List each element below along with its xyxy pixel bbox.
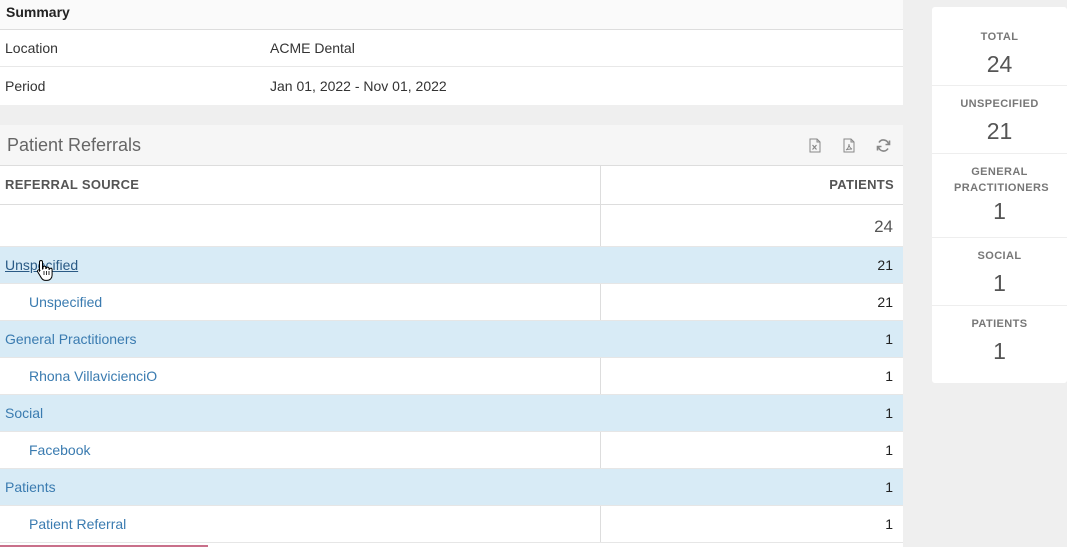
patients-count: 1 — [600, 468, 903, 506]
patient-referrals-panel: Patient Referrals REFERRAL SOURCE PATIEN… — [0, 125, 903, 547]
stats-sidebar: TOTAL 24 UNSPECIFIED 21 GENERAL PRACTITI… — [932, 7, 1067, 383]
referrals-table: REFERRAL SOURCE PATIENTS 24 Unspecified … — [0, 166, 903, 543]
stat-value: 24 — [986, 51, 1013, 77]
table-row-group[interactable]: General Practitioners 1 — [0, 320, 903, 358]
patients-count: 1 — [600, 357, 903, 395]
panel-header: Patient Referrals — [0, 125, 903, 166]
stat-patients: PATIENTS 1 — [932, 306, 1067, 383]
table-row-child[interactable]: Facebook 1 — [0, 431, 903, 469]
summary-value: ACME Dental — [270, 40, 355, 56]
stat-value: 21 — [986, 118, 1013, 144]
stat-general-practitioners: GENERAL PRACTITIONERS 1 — [932, 154, 1067, 238]
summary-label: Location — [5, 40, 58, 56]
panel-title: Patient Referrals — [7, 135, 142, 155]
summary-label: Period — [5, 77, 46, 94]
pdf-export-icon[interactable] — [839, 135, 859, 155]
refresh-icon[interactable] — [873, 135, 893, 155]
table-row-child[interactable]: Patient Referral 1 — [0, 505, 903, 543]
summary-panel: Summary Location ACME Dental Period Jan … — [0, 0, 903, 105]
summary-row-location: Location ACME Dental — [0, 30, 903, 67]
total-row: 24 — [0, 204, 903, 247]
referral-source-link[interactable]: Rhona VillavicienciO — [29, 368, 157, 384]
summary-title: Summary — [0, 0, 903, 30]
stat-value: 1 — [993, 198, 1006, 224]
stat-label: GENERAL PRACTITIONERS — [954, 166, 1050, 194]
stat-unspecified: UNSPECIFIED 21 — [932, 86, 1067, 154]
table-row-group[interactable]: Patients 1 — [0, 468, 903, 506]
table-header-row: REFERRAL SOURCE PATIENTS — [0, 166, 903, 205]
column-header-patients[interactable]: PATIENTS — [600, 166, 903, 205]
patients-count: 1 — [600, 505, 903, 543]
excel-export-icon[interactable] — [805, 135, 825, 155]
referral-source-link[interactable]: Patients — [5, 479, 56, 495]
referral-source-link[interactable]: Unspecified — [5, 257, 78, 273]
stat-social: SOCIAL 1 — [932, 238, 1067, 306]
column-header-referral-source[interactable]: REFERRAL SOURCE — [0, 166, 601, 205]
table-row-child[interactable]: Unspecified 21 — [0, 283, 903, 321]
summary-value: Jan 01, 2022 - Nov 01, 2022 — [270, 77, 447, 94]
stat-label: PATIENTS — [971, 318, 1028, 330]
total-patients-cell: 24 — [600, 204, 903, 247]
table-row-child[interactable]: Rhona VillavicienciO 1 — [0, 357, 903, 395]
referral-source-link[interactable]: Patient Referral — [29, 516, 126, 532]
stat-label: SOCIAL — [977, 250, 1022, 262]
stat-total: TOTAL 24 — [932, 7, 1067, 86]
patients-count: 21 — [600, 246, 903, 284]
stat-value: 1 — [993, 338, 1006, 364]
stat-label: TOTAL — [980, 31, 1019, 43]
stat-value: 1 — [993, 270, 1006, 296]
table-row-group[interactable]: Unspecified 21 — [0, 246, 903, 284]
referral-source-link[interactable]: Unspecified — [29, 294, 102, 310]
panel-toolbar — [805, 135, 893, 155]
referral-source-link[interactable]: General Practitioners — [5, 331, 137, 347]
summary-row-period: Period Jan 01, 2022 - Nov 01, 2022 — [0, 67, 903, 104]
total-label-cell — [0, 204, 601, 247]
referral-source-link[interactable]: Facebook — [29, 442, 90, 458]
referral-source-link[interactable]: Social — [5, 405, 43, 421]
patients-count: 1 — [600, 431, 903, 469]
stat-label: UNSPECIFIED — [960, 98, 1039, 110]
patients-count: 21 — [600, 283, 903, 321]
table-row-group[interactable]: Social 1 — [0, 394, 903, 432]
patients-count: 1 — [600, 320, 903, 358]
patients-count: 1 — [600, 394, 903, 432]
